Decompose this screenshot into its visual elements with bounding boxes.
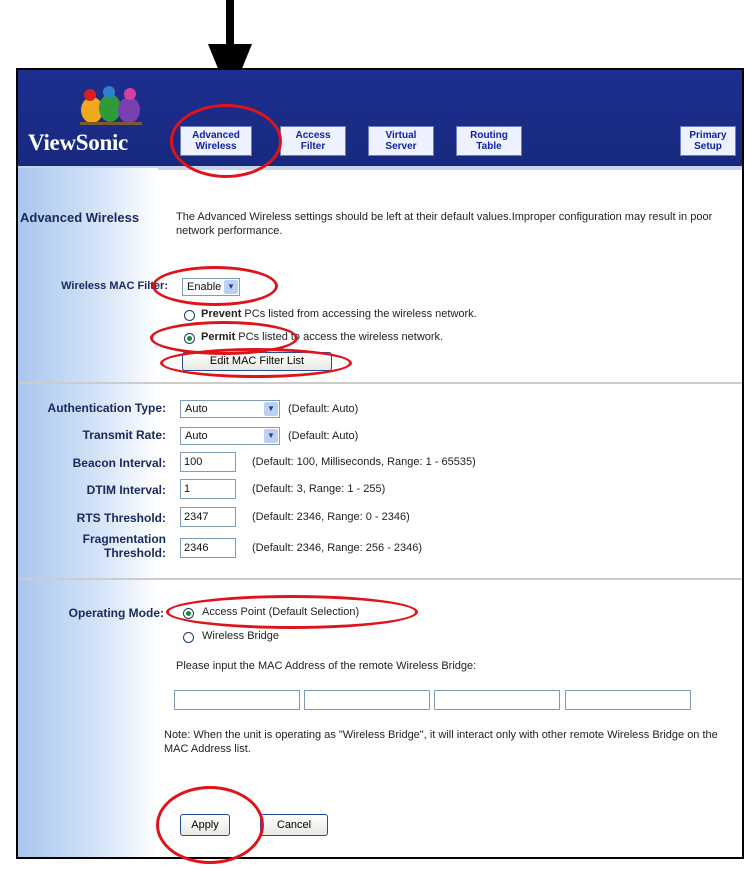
wireless-bridge-option: Wireless Bridge (202, 630, 280, 642)
tab-routing-table[interactable]: Routing Table (456, 126, 522, 156)
prevent-option-bold: Prevent (201, 308, 242, 320)
transmit-rate-hint: (Default: Auto) (288, 430, 359, 442)
fragmentation-label-line1: Fragmentation (82, 532, 166, 546)
tab-label-line1: Virtual (385, 130, 417, 141)
fragmentation-label-line2: Threshold: (104, 546, 166, 560)
rts-threshold-input[interactable]: 2347 (180, 507, 236, 527)
tab-virtual-server[interactable]: Virtual Server (368, 126, 434, 156)
auth-type-hint: (Default: Auto) (288, 403, 359, 415)
router-admin-window: ViewSonic Advanced Wireless Access Filter … (16, 68, 744, 859)
tab-label-line2: Filter (300, 141, 326, 152)
prevent-radio[interactable] (184, 310, 195, 321)
bridge-mac-field-1[interactable] (174, 690, 300, 710)
tab-access-filter[interactable]: Access Filter (280, 126, 346, 156)
tab-label-line2: Table (476, 141, 502, 152)
prevent-option-rest: PCs listed from accessing the wireless n… (241, 308, 477, 320)
viewsonic-logo-text: ViewSonic (28, 130, 128, 155)
chevron-down-icon: ▼ (264, 402, 278, 416)
annotation-arrow-shaft (226, 0, 234, 46)
mac-filter-label: Wireless MAC Filter: (61, 280, 168, 292)
fragmentation-threshold-input[interactable]: 2346 (180, 538, 236, 558)
highlight-ring-mac-filter-select (152, 266, 278, 306)
dtim-interval-label: DTIM Interval: (86, 483, 166, 497)
tab-label-line1: Access (295, 130, 331, 141)
highlight-ring-access-point-option (166, 595, 418, 629)
wireless-bridge-radio[interactable] (183, 632, 194, 643)
auth-type-select[interactable]: Auto ▼ (180, 400, 280, 418)
tab-label-line1: Primary (689, 130, 727, 141)
transmit-rate-select[interactable]: Auto ▼ (180, 427, 280, 445)
tab-label-line2: Setup (694, 141, 722, 152)
chevron-down-icon: ▼ (264, 429, 278, 443)
bridge-mac-field-2[interactable] (304, 690, 430, 710)
dtim-interval-hint: (Default: 3, Range: 1 - 255) (252, 483, 386, 495)
tab-label-line1: Routing (470, 130, 508, 141)
mac-address-prompt: Please input the MAC Address of the remo… (176, 660, 477, 672)
fragmentation-threshold-hint: (Default: 2346, Range: 256 - 2346) (252, 542, 423, 554)
viewsonic-birds-logo-icon (80, 86, 142, 125)
wireless-bridge-note: Note: When the unit is operating as "Wir… (164, 729, 718, 755)
header-bar: ViewSonic Advanced Wireless Access Filter … (18, 70, 742, 168)
bridge-mac-field-4[interactable] (565, 690, 691, 710)
prevent-option-text: Prevent PCs listed from accessing the wi… (201, 308, 477, 320)
dtim-interval-input[interactable]: 1 (180, 479, 236, 499)
beacon-interval-input[interactable]: 100 (180, 452, 236, 472)
highlight-ring-apply-button (156, 786, 264, 864)
auth-type-value: Auto (185, 403, 208, 415)
transmit-rate-value: Auto (185, 430, 208, 442)
page-title: Advanced Wireless (20, 210, 140, 225)
highlight-ring-advanced-wireless-tab (170, 104, 282, 178)
section-divider (18, 382, 742, 384)
page-description: The Advanced Wireless settings should be… (176, 211, 713, 237)
bridge-mac-field-3[interactable] (434, 690, 560, 710)
beacon-interval-hint: (Default: 100, Milliseconds, Range: 1 - … (252, 456, 476, 468)
tab-primary-setup[interactable]: Primary Setup (680, 126, 736, 156)
fragmentation-threshold-label: Fragmentation Threshold: (18, 532, 166, 560)
section-divider (18, 578, 742, 580)
rts-threshold-hint: (Default: 2346, Range: 0 - 2346) (252, 511, 410, 523)
transmit-rate-label: Transmit Rate: (82, 428, 166, 442)
auth-type-label: Authentication Type: (47, 401, 166, 415)
rts-threshold-label: RTS Threshold: (76, 511, 166, 525)
cancel-button[interactable]: Cancel (260, 814, 328, 836)
operating-mode-label: Operating Mode: (68, 606, 164, 620)
tab-label-line2: Server (385, 141, 417, 152)
beacon-interval-label: Beacon Interval: (72, 456, 166, 470)
highlight-ring-edit-mac-button (160, 348, 352, 378)
